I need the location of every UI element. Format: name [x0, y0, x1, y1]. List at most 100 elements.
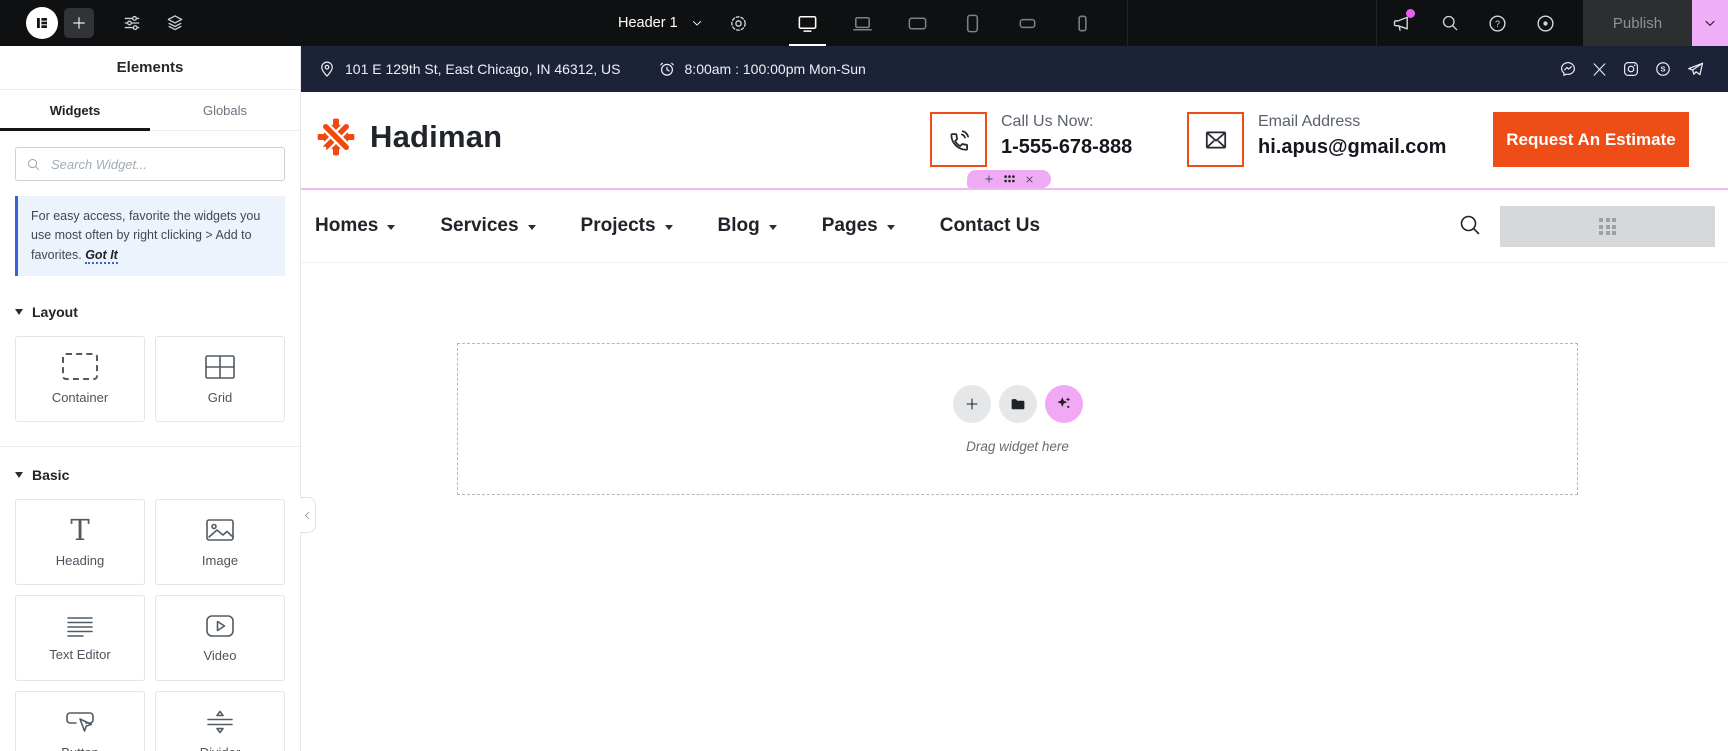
email-address: hi.apus@gmail.com: [1258, 136, 1446, 159]
request-estimate-button[interactable]: Request An Estimate: [1493, 112, 1689, 167]
finder-search-button[interactable]: [1437, 11, 1462, 36]
social-links: S: [1559, 60, 1728, 79]
widget-card-button[interactable]: Button: [15, 691, 145, 751]
preview-canvas: 101 E 129th St, East Chicago, IN 46312, …: [301, 46, 1728, 751]
whats-new-button[interactable]: [1389, 11, 1414, 36]
section-layout-header[interactable]: Layout: [15, 304, 285, 320]
nav-item-homes[interactable]: Homes: [315, 215, 395, 237]
publish-options-button[interactable]: [1692, 0, 1728, 46]
favorites-tip: For easy access, favorite the widgets yo…: [15, 196, 285, 276]
help-button[interactable]: ?: [1485, 11, 1510, 36]
skype-icon[interactable]: S: [1654, 60, 1672, 78]
nav-item-pages[interactable]: Pages: [822, 215, 895, 237]
nav-item-blog[interactable]: Blog: [718, 215, 777, 237]
heading-icon: T: [70, 517, 89, 543]
delete-container-button[interactable]: [1025, 175, 1034, 184]
ai-sparkles-icon: [1054, 394, 1073, 413]
location-pin-icon: [318, 60, 336, 78]
document-switcher[interactable]: Header 1: [612, 0, 710, 46]
dropzone-hint: Drag widget here: [966, 439, 1069, 454]
gear-icon: [728, 13, 749, 34]
address-text: 101 E 129th St, East Chicago, IN 46312, …: [345, 61, 621, 77]
section-title: Basic: [32, 467, 69, 483]
widget-card-divider[interactable]: Divider: [155, 691, 285, 751]
site-nav-container: Homes Services Projects Blog Pages Conta…: [301, 188, 1728, 263]
widget-card-container[interactable]: Container: [15, 336, 145, 422]
messenger-icon[interactable]: [1559, 60, 1577, 78]
widget-card-heading[interactable]: T Heading: [15, 499, 145, 585]
widget-card-image[interactable]: Image: [155, 499, 285, 585]
section-title: Layout: [32, 304, 78, 320]
device-tablet-landscape[interactable]: [890, 0, 945, 46]
empty-widget-placeholder[interactable]: [1500, 206, 1715, 247]
mobile-portrait-icon: [1071, 12, 1094, 35]
x-twitter-icon[interactable]: [1591, 61, 1608, 78]
elementor-logo[interactable]: [26, 7, 58, 39]
tab-widgets[interactable]: Widgets: [0, 90, 150, 130]
caret-down-icon: [15, 309, 23, 315]
structure-navigator-button[interactable]: [163, 11, 187, 35]
email-label: Email Address: [1258, 113, 1446, 131]
clock-icon: [658, 60, 676, 78]
laptop-icon: [851, 12, 874, 35]
site-search-button[interactable]: [1458, 213, 1482, 240]
device-desktop[interactable]: [780, 0, 835, 46]
add-element-button[interactable]: [64, 8, 94, 38]
envelope-icon: [1203, 127, 1229, 153]
email-widget[interactable]: Email Address hi.apus@gmail.com: [1187, 112, 1446, 167]
widget-card-video[interactable]: Video: [155, 595, 285, 681]
drag-dots-icon: [1004, 175, 1015, 183]
widget-card-grid[interactable]: Grid: [155, 336, 285, 422]
mobile-landscape-icon: [1016, 12, 1039, 35]
device-laptop[interactable]: [835, 0, 890, 46]
template-library-button[interactable]: [999, 385, 1037, 423]
editor-topbar: Header 1: [0, 0, 1728, 46]
site-topbar: 101 E 129th St, East Chicago, IN 46312, …: [301, 46, 1728, 92]
publish-button[interactable]: Publish: [1583, 0, 1692, 46]
preview-changes-button[interactable]: [1533, 11, 1558, 36]
elementor-logo-icon: [32, 13, 52, 33]
got-it-link[interactable]: Got It: [85, 248, 118, 264]
help-icon: ?: [1487, 13, 1508, 34]
nav-item-contact-us[interactable]: Contact Us: [940, 215, 1040, 237]
site-settings-button[interactable]: [120, 11, 144, 35]
instagram-icon[interactable]: [1622, 60, 1640, 78]
svg-text:S: S: [1660, 65, 1665, 74]
panel-collapse-toggle[interactable]: [300, 497, 316, 533]
eye-icon: [1535, 13, 1556, 34]
call-widget[interactable]: Call Us Now: 1-555-678-888: [930, 112, 1132, 167]
ai-builder-button[interactable]: [1045, 385, 1083, 423]
tablet-portrait-icon: [961, 12, 984, 35]
close-icon: [1025, 175, 1034, 184]
device-tablet-portrait[interactable]: [945, 0, 1000, 46]
nav-item-projects[interactable]: Projects: [581, 215, 673, 237]
section-basic: Basic T Heading Image Text Edit: [0, 446, 300, 751]
svg-text:?: ?: [1495, 18, 1500, 28]
empty-container-dropzone[interactable]: Drag widget here: [457, 343, 1578, 495]
add-container-button[interactable]: [984, 174, 994, 184]
elements-panel: Elements Widgets Globals For easy access…: [0, 46, 301, 751]
drag-container-handle[interactable]: [1004, 175, 1015, 183]
widget-search-input[interactable]: [49, 156, 274, 173]
layers-icon: [165, 13, 185, 33]
sliders-icon: [122, 13, 142, 33]
tab-globals[interactable]: Globals: [150, 90, 300, 130]
site-logo[interactable]: Hadiman: [315, 116, 502, 158]
plus-icon: [70, 14, 88, 32]
megaphone-icon: [1391, 13, 1412, 34]
telegram-icon[interactable]: [1686, 60, 1705, 79]
chevron-down-icon: [769, 225, 777, 230]
chevron-down-icon: [887, 225, 895, 230]
device-mobile-portrait[interactable]: [1055, 0, 1110, 46]
add-widget-button[interactable]: [953, 385, 991, 423]
section-basic-header[interactable]: Basic: [15, 467, 285, 483]
responsive-device-switcher: [780, 0, 1110, 46]
nav-item-services[interactable]: Services: [440, 215, 535, 237]
email-box: [1187, 112, 1244, 167]
device-mobile-landscape[interactable]: [1000, 0, 1055, 46]
chevron-down-icon: [387, 225, 395, 230]
document-settings-button[interactable]: [726, 11, 750, 35]
tip-text: For easy access, favorite the widgets yo…: [31, 209, 260, 262]
widget-card-text-editor[interactable]: Text Editor: [15, 595, 145, 681]
desktop-icon: [796, 12, 819, 35]
